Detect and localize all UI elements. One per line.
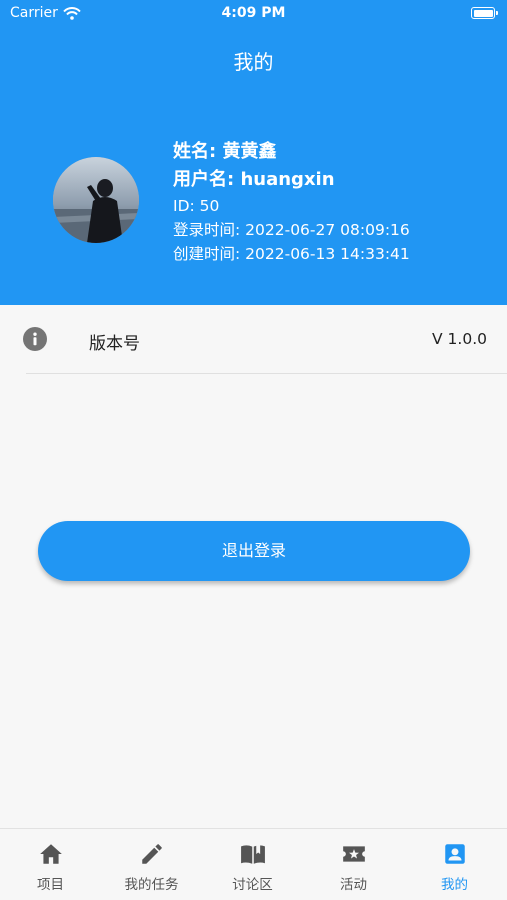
home-icon — [40, 844, 62, 864]
status-time: 4:09 PM — [221, 5, 286, 21]
tab-label: 我的任务 — [124, 877, 179, 893]
tab-activities[interactable]: 活动 — [303, 829, 404, 900]
profile-login-time: 登录时间: 2022-06-27 08:09:16 — [173, 221, 410, 239]
avatar-photo — [53, 157, 139, 243]
divider — [26, 373, 507, 374]
app-header: Carrier 4:09 PM 我的 姓名: 黄黄鑫 用户名: huangxin… — [0, 0, 507, 305]
bottom-tab-bar: 项目 我的任务 讨论区 活动 我的 — [0, 828, 507, 900]
tab-my-tasks[interactable]: 我的任务 — [101, 829, 202, 900]
tab-discussion[interactable]: 讨论区 — [202, 829, 303, 900]
tab-projects[interactable]: 项目 — [0, 829, 101, 900]
pencil-icon — [142, 844, 162, 864]
ticket-star-icon — [343, 846, 365, 862]
status-bar: Carrier 4:09 PM — [0, 0, 507, 28]
battery-icon — [471, 7, 498, 19]
book-icon — [241, 844, 265, 864]
profile-created-time: 创建时间: 2022-06-13 14:33:41 — [173, 245, 410, 263]
profile-info: 姓名: 黄黄鑫 用户名: huangxin ID: 50 登录时间: 2022-… — [173, 138, 410, 266]
avatar[interactable] — [53, 157, 139, 243]
tab-label: 活动 — [340, 877, 367, 893]
version-label: 版本号 — [89, 334, 140, 354]
profile-name: 姓名: 黄黄鑫 — [173, 141, 277, 162]
version-value: V 1.0.0 — [432, 330, 487, 348]
tab-label: 我的 — [441, 877, 468, 893]
info-icon — [23, 327, 47, 351]
tab-label: 项目 — [37, 877, 64, 893]
page-title: 我的 — [233, 50, 274, 74]
tab-label: 讨论区 — [232, 877, 273, 893]
tab-mine[interactable]: 我的 — [404, 829, 505, 900]
profile-id: ID: 50 — [173, 197, 220, 215]
version-row[interactable]: 版本号 V 1.0.0 — [0, 305, 507, 373]
logout-button[interactable]: 退出登录 — [38, 521, 470, 581]
profile-username: 用户名: huangxin — [173, 169, 335, 190]
account-box-icon — [445, 844, 465, 864]
